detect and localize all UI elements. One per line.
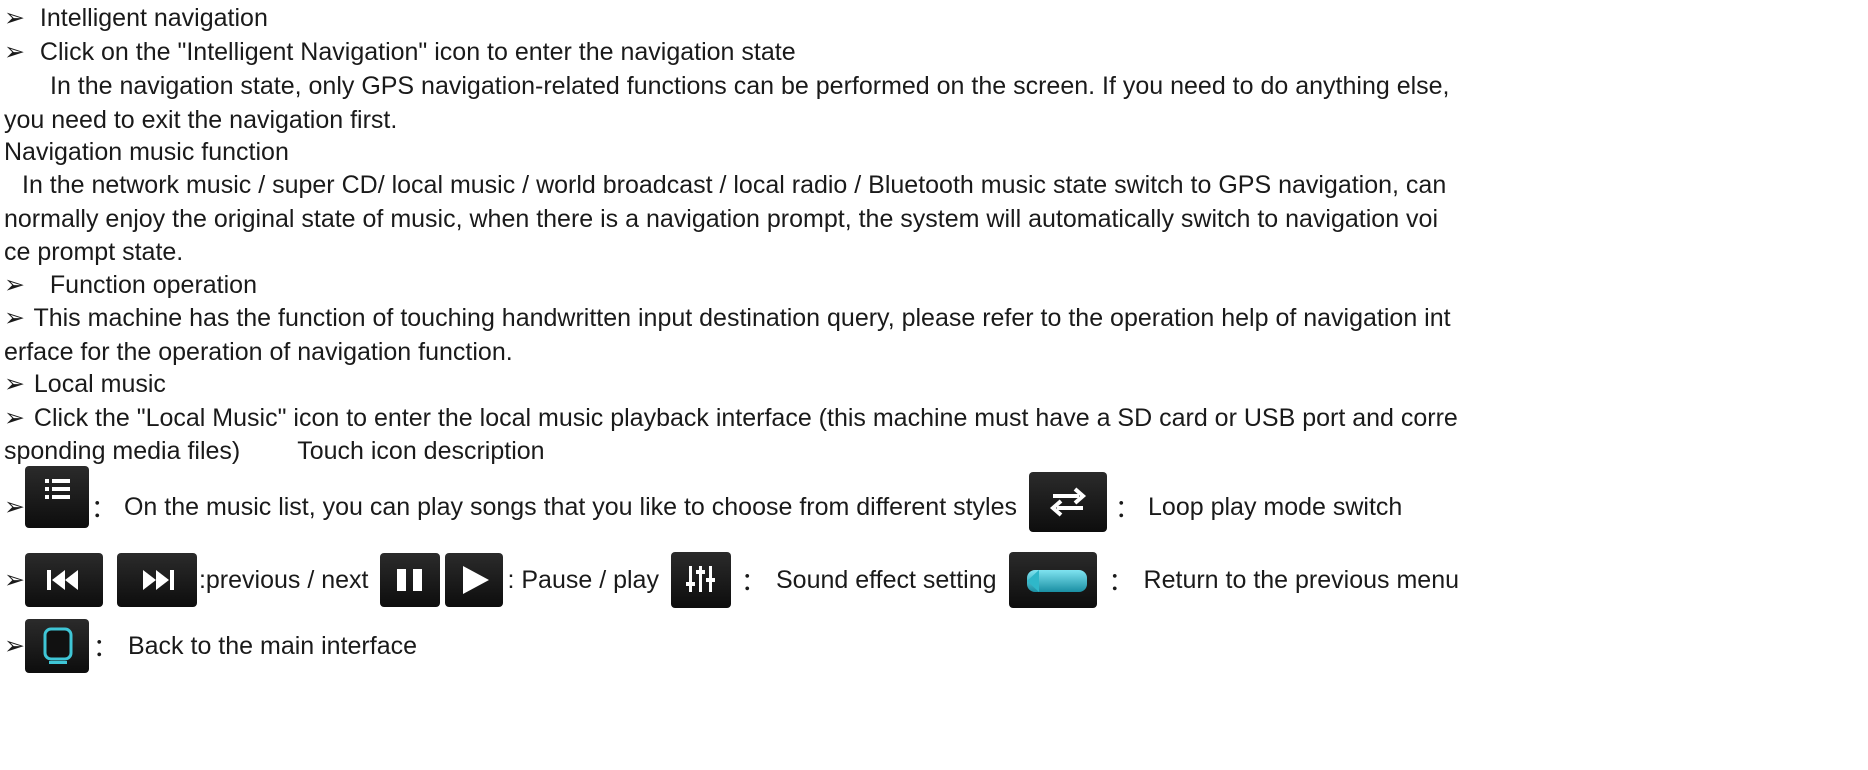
- icon-row-playback: ➢ :previous / next: Pause / play ： Soun…: [4, 551, 1465, 609]
- play-icon: [445, 553, 504, 607]
- paragraph-line: ➢ This machine has the function of touch…: [4, 303, 1451, 333]
- equalizer-icon: [670, 552, 731, 608]
- return-description: Return to the previous menu: [1143, 565, 1460, 594]
- line-text: Intelligent navigation: [39, 4, 268, 32]
- bullet: ➢: [4, 4, 25, 32]
- bullet: ➢: [4, 404, 25, 432]
- heading-function-operation: ➢ Function operation: [4, 270, 257, 300]
- paragraph-line: ce prompt state.: [4, 238, 184, 266]
- separator: ：: [92, 634, 118, 662]
- separator: ：: [90, 495, 116, 523]
- list-icon-description: On the music list, you can play songs th…: [123, 492, 1017, 521]
- pause-icon: [380, 553, 441, 607]
- home-icon: [24, 619, 89, 673]
- bullet: ➢: [4, 493, 25, 521]
- sound-effect-description: Sound effect setting: [775, 565, 997, 594]
- icon-row-home: ➢ ： Back to the main interface: [4, 618, 423, 674]
- paragraph-line: sponding media files) Touch icon descrip…: [4, 436, 545, 466]
- home-description: Back to the main interface: [127, 631, 418, 660]
- bullet: ➢: [4, 370, 25, 398]
- list-icon: [24, 466, 89, 528]
- bullet: ➢: [4, 566, 25, 594]
- line-text: This machine has the function of touchin…: [33, 304, 1451, 332]
- line-text: Function operation: [49, 271, 257, 299]
- line-text: Click on the "Intelligent Navigation" ic…: [39, 38, 796, 66]
- paragraph-line: In the network music / super CD/ local m…: [22, 171, 1447, 199]
- loop-icon-description: Loop play mode switch: [1148, 492, 1403, 521]
- line-text: Click the "Local Music" icon to enter th…: [33, 404, 1458, 432]
- paragraph-line: ➢ Click the "Local Music" icon to enter …: [4, 403, 1458, 433]
- separator: ：: [1108, 568, 1134, 596]
- paragraph-line: normally enjoy the original state of mus…: [4, 205, 1439, 233]
- bullet: ➢: [4, 271, 25, 299]
- loop-icon: [1029, 472, 1107, 532]
- heading-local-music: ➢ Local music: [4, 369, 166, 399]
- previous-icon: [24, 553, 103, 607]
- instruction-line: ➢ Click on the "Intelligent Navigation" …: [4, 37, 796, 67]
- bullet: ➢: [4, 632, 25, 660]
- next-icon: [116, 553, 197, 607]
- paragraph-line: erface for the operation of navigation f…: [4, 338, 513, 366]
- line-text: sponding media files): [4, 437, 241, 465]
- bullet: ➢: [4, 38, 25, 66]
- prev-next-description: :previous / next: [198, 565, 369, 594]
- manual-page: ➢ Intelligent navigation ➢ Click on the …: [0, 0, 1868, 770]
- pause-play-description: : Pause / play: [507, 565, 659, 594]
- heading-navigation-music: Navigation music function: [4, 138, 289, 166]
- return-icon: [1008, 552, 1097, 608]
- separator: ：: [740, 568, 766, 596]
- paragraph-line: you need to exit the navigation first.: [4, 106, 398, 134]
- heading-intelligent-navigation: ➢ Intelligent navigation: [4, 3, 268, 33]
- icon-row-list-loop: ➢ ： On the music list, you can play song…: [4, 466, 1408, 540]
- bullet: ➢: [4, 304, 25, 332]
- touch-icon-description: Touch icon description: [297, 437, 545, 465]
- paragraph-line: In the navigation state, only GPS naviga…: [50, 72, 1450, 100]
- separator: ：: [1115, 495, 1141, 523]
- line-text: Local music: [33, 370, 166, 398]
